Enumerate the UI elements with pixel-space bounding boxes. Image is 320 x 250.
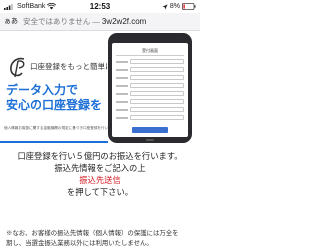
location-icon	[162, 3, 168, 10]
mockup-label	[116, 77, 128, 79]
headline-line-1: データ入力で	[6, 83, 79, 97]
battery-percent: 8%	[169, 3, 180, 10]
mockup-field	[130, 99, 184, 104]
mockup-label	[116, 101, 128, 103]
browser-address-bar: ぁあ 安全ではありません — 3w2w2f.com	[0, 13, 200, 31]
mockup-label	[116, 93, 128, 95]
privacy-note-line-1: ※なお、お客様の振込先情報（個人情報）の保護には万全を	[6, 229, 179, 237]
instruction-line-1: 口座登録を行い５億円のお振込を行います。	[17, 151, 183, 161]
url-field[interactable]: 安全ではありません — 3w2w2f.com	[20, 15, 196, 29]
mockup-label	[116, 117, 128, 119]
mockup-label	[116, 69, 128, 71]
mockup-field	[130, 115, 184, 120]
mockup-field	[130, 107, 184, 112]
headline-line-2: 安心の口座登録を	[6, 98, 103, 112]
hero-accent-divider	[0, 141, 108, 143]
url-text: 3w2w2f.com	[101, 17, 147, 26]
phone-mockup-screen: 受付画面	[112, 43, 188, 137]
security-warning: 安全ではありません —	[23, 17, 100, 26]
instruction-line-2: 振込先情報をご記入の上	[54, 163, 146, 173]
mockup-label	[116, 109, 128, 111]
battery-icon	[182, 3, 196, 10]
hero-banner: 口座登録をもっと簡単に データ入力で 安心の口座登録を 個人情報お取扱に関する金…	[0, 31, 200, 143]
phone-home-indicator	[146, 139, 154, 141]
mockup-field	[130, 67, 184, 72]
mockup-submit-button	[132, 127, 168, 133]
hero-headline: データ入力で 安心の口座登録を	[6, 83, 106, 113]
mockup-divider	[116, 55, 184, 56]
text-size-button[interactable]: ぁあ	[4, 16, 18, 28]
status-bar-right: 8%	[162, 1, 196, 12]
mockup-label	[116, 61, 128, 63]
instruction-line-4: を押して下さい。	[66, 187, 134, 197]
privacy-note: ※なお、お客様の振込先情報（個人情報）の保護には万全を 期し、当選金振込業務以外…	[0, 228, 200, 248]
mockup-field	[130, 91, 184, 96]
mockup-field	[130, 75, 184, 80]
status-bar: SoftBank 12:53 8%	[0, 0, 200, 13]
hero-tagline: 口座登録をもっと簡単に	[30, 62, 113, 71]
hero-fineprint: 個人情報お取扱に関する金融機関の規定に基づき口座登録を行います。	[4, 126, 119, 130]
mockup-form-title: 受付画面	[142, 48, 158, 53]
mockup-field	[130, 83, 184, 88]
send-destination-link[interactable]: 振込先送信	[0, 174, 200, 186]
privacy-note-line-2: 期し、当選金振込業務以外には利用いたしません。	[6, 239, 153, 247]
main-instructions: 口座登録を行い５億円のお振込を行います。 振込先情報をご記入の上 振込先送信 を…	[0, 150, 200, 198]
mockup-field	[130, 59, 184, 64]
phone-mockup-image: 受付画面	[108, 33, 192, 143]
logo-icon	[10, 57, 25, 78]
mockup-label	[116, 85, 128, 87]
